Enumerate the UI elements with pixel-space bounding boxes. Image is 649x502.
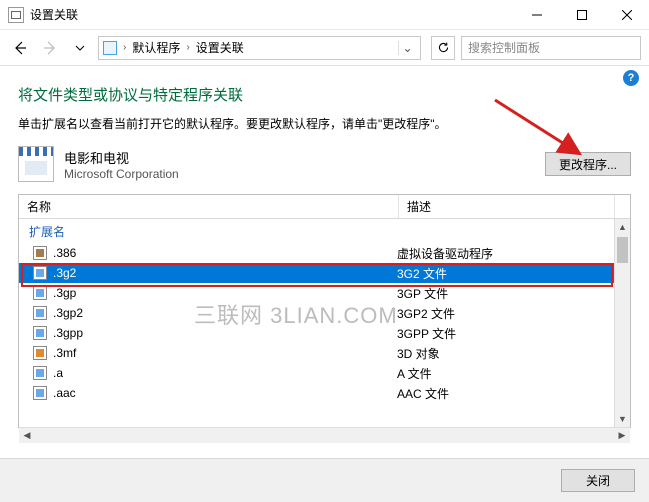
- file-type-icon: [33, 386, 47, 400]
- breadcrumb-root[interactable]: 默认程序: [132, 39, 180, 56]
- list-body: 扩展名 .386虚拟设备驱动程序.3g23G2 文件.3gp3GP 文件.3gp…: [19, 219, 630, 427]
- ext-name: .3gpp: [53, 326, 397, 340]
- scroll-down-icon[interactable]: ▼: [615, 411, 630, 427]
- titlebar: 设置关联: [0, 0, 649, 30]
- search-input[interactable]: 搜索控制面板: [461, 36, 641, 60]
- ext-desc: A 文件: [397, 365, 630, 382]
- app-icon: [8, 7, 24, 23]
- list-item[interactable]: .3gp3GP 文件: [19, 283, 630, 303]
- forward-button[interactable]: [38, 36, 62, 60]
- scroll-thumb[interactable]: [617, 237, 628, 263]
- window-buttons: [514, 0, 649, 29]
- list-item[interactable]: .3gpp3GPP 文件: [19, 323, 630, 343]
- content-area: ? 将文件类型或协议与特定程序关联 单击扩展名以查看当前打开它的默认程序。要更改…: [0, 66, 649, 502]
- list-item[interactable]: .aA 文件: [19, 363, 630, 383]
- breadcrumb[interactable]: › 默认程序 › 设置关联 ⌄: [98, 36, 421, 60]
- breadcrumb-dropdown[interactable]: ⌄: [398, 41, 416, 55]
- ext-name: .aac: [53, 386, 397, 400]
- app-publisher: Microsoft Corporation: [64, 167, 179, 181]
- ext-name: .386: [53, 246, 397, 260]
- ext-name: .3gp2: [53, 306, 397, 320]
- header-scroll-spacer: [614, 195, 630, 218]
- ext-desc: 虚拟设备驱动程序: [397, 245, 630, 262]
- minimize-button[interactable]: [514, 0, 559, 29]
- page-heading: 将文件类型或协议与特定程序关联: [18, 84, 631, 105]
- horizontal-scrollbar[interactable]: ◀ ▶: [19, 427, 630, 443]
- maximize-button[interactable]: [559, 0, 604, 29]
- breadcrumb-current[interactable]: 设置关联: [196, 39, 244, 56]
- back-button[interactable]: [8, 36, 32, 60]
- file-type-icon: [33, 246, 47, 260]
- ext-name: .a: [53, 366, 397, 380]
- ext-desc: 3G2 文件: [397, 265, 630, 282]
- close-button[interactable]: [604, 0, 649, 29]
- navbar: › 默认程序 › 设置关联 ⌄ 搜索控制面板: [0, 30, 649, 66]
- scroll-right-icon[interactable]: ▶: [614, 430, 630, 441]
- file-type-icon: [33, 366, 47, 380]
- close-dialog-button[interactable]: 关闭: [561, 469, 635, 492]
- list-item[interactable]: .3g23G2 文件: [19, 263, 630, 283]
- associated-app-row: 电影和电视 Microsoft Corporation 更改程序...: [18, 146, 631, 182]
- chevron-right-icon: ›: [123, 42, 126, 53]
- ext-desc: AAC 文件: [397, 385, 630, 402]
- ext-desc: 3GP2 文件: [397, 305, 630, 322]
- file-type-icon: [33, 306, 47, 320]
- page-subtext: 单击扩展名以查看当前打开它的默认程序。要更改默认程序，请单击"更改程序"。: [18, 115, 631, 132]
- list-header: 名称 描述: [19, 195, 630, 219]
- footer: 关闭: [0, 458, 649, 502]
- window-title: 设置关联: [30, 6, 514, 23]
- recent-dropdown[interactable]: [68, 36, 92, 60]
- column-name[interactable]: 名称: [19, 195, 399, 218]
- scroll-up-icon[interactable]: ▲: [615, 219, 630, 235]
- ext-name: .3gp: [53, 286, 397, 300]
- file-type-icon: [33, 326, 47, 340]
- file-type-icon: [33, 286, 47, 300]
- vertical-scrollbar[interactable]: ▲ ▼: [614, 219, 630, 427]
- list-item[interactable]: .3mf3D 对象: [19, 343, 630, 363]
- list-item[interactable]: .3gp23GP2 文件: [19, 303, 630, 323]
- ext-name: .3mf: [53, 346, 397, 360]
- ext-desc: 3GP 文件: [397, 285, 630, 302]
- help-icon[interactable]: ?: [623, 70, 639, 86]
- scroll-left-icon[interactable]: ◀: [19, 430, 35, 441]
- ext-desc: 3D 对象: [397, 345, 630, 362]
- file-type-icon: [33, 266, 47, 280]
- app-name: 电影和电视: [64, 148, 179, 167]
- list-item[interactable]: .aacAAC 文件: [19, 383, 630, 403]
- list-group: 扩展名: [19, 219, 630, 243]
- column-desc[interactable]: 描述: [399, 195, 614, 218]
- change-program-button[interactable]: 更改程序...: [545, 152, 631, 176]
- movies-tv-icon: [18, 146, 54, 182]
- breadcrumb-icon: [103, 41, 117, 55]
- ext-desc: 3GPP 文件: [397, 325, 630, 342]
- ext-name: .3g2: [53, 266, 397, 280]
- chevron-right-icon: ›: [186, 42, 189, 53]
- file-type-icon: [33, 346, 47, 360]
- extension-list: 名称 描述 扩展名 .386虚拟设备驱动程序.3g23G2 文件.3gp3GP …: [18, 194, 631, 428]
- list-item[interactable]: .386虚拟设备驱动程序: [19, 243, 630, 263]
- refresh-button[interactable]: [431, 36, 455, 60]
- search-placeholder: 搜索控制面板: [468, 39, 540, 56]
